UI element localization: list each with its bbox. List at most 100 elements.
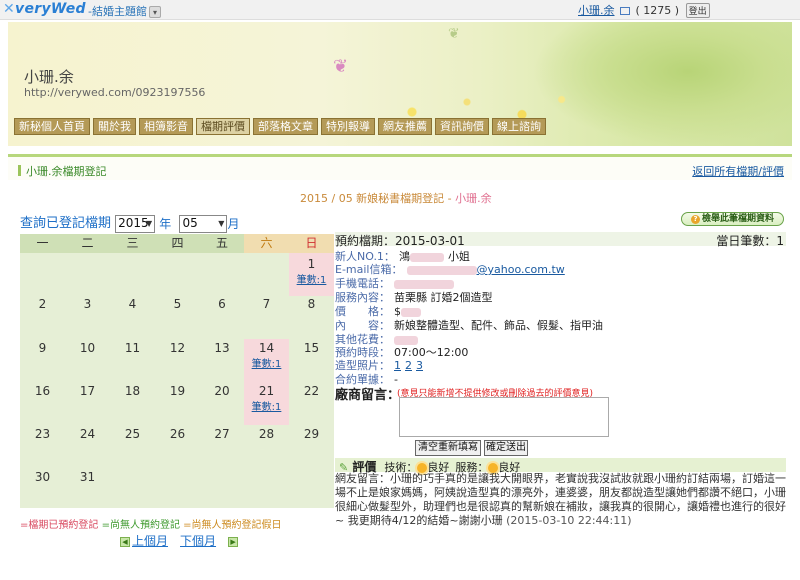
next-month-link[interactable]: 下個月 bbox=[180, 534, 216, 548]
chevron-down-icon[interactable]: ▾ bbox=[148, 6, 161, 18]
month-pager: ◀ 上個月 下個月 ▶ bbox=[120, 532, 240, 549]
calendar-day[interactable]: 23 bbox=[20, 427, 65, 441]
site-url: http://verywed.com/0923197556 bbox=[24, 86, 206, 99]
weekday-wed: 三 bbox=[110, 234, 155, 253]
calendar-day[interactable]: 31 bbox=[65, 470, 110, 484]
year-select[interactable]: 2015 ▼ bbox=[115, 214, 156, 233]
theme-hall-menu[interactable]: -結婚主題館 ▾ bbox=[88, 3, 161, 19]
nav-blog[interactable]: 部落格文章 bbox=[253, 118, 318, 135]
query-label: 查詢已登記檔期 bbox=[20, 216, 112, 231]
legend-holiday: =尚無人預約登記假日 bbox=[183, 520, 282, 531]
top-bar: ✕veryWed -結婚主題館 ▾ 小珊.余 ( 1275 ) 登出 bbox=[0, 0, 800, 20]
nav-schedule[interactable]: 檔期評價 bbox=[196, 118, 250, 135]
chevron-down-icon: ▼ bbox=[146, 218, 153, 228]
calendar-day[interactable]: 26 bbox=[155, 427, 200, 441]
calendar-day[interactable]: 3 bbox=[65, 297, 110, 311]
sun-rating-icon bbox=[488, 462, 499, 473]
prev-month-link[interactable]: 上個月 bbox=[132, 534, 168, 548]
redacted-text bbox=[401, 307, 421, 317]
butterfly-icon: ❦ bbox=[333, 56, 349, 77]
profile-banner: ❦ ❦ 小珊.余 http://verywed.com/0923197556 新… bbox=[8, 22, 792, 146]
calendar-day[interactable]: 7 bbox=[244, 297, 289, 311]
calendar-day[interactable]: 14 筆數:1 bbox=[244, 341, 289, 370]
nav-consult[interactable]: 線上諮詢 bbox=[492, 118, 546, 135]
calendar-day[interactable]: 12 bbox=[155, 341, 200, 355]
calendar-day[interactable]: 6 bbox=[200, 297, 244, 311]
booking-count-link[interactable]: 筆數:1 bbox=[289, 271, 334, 286]
calendar-day[interactable]: 13 bbox=[200, 341, 244, 355]
nav-report[interactable]: 特別報導 bbox=[321, 118, 375, 135]
nav-about[interactable]: 關於我 bbox=[93, 118, 136, 135]
calendar-day[interactable]: 21 筆數:1 bbox=[244, 384, 289, 413]
chevron-down-icon: ▼ bbox=[218, 218, 225, 228]
back-to-all-link[interactable]: 返回所有檔期/評價 bbox=[692, 163, 784, 179]
calendar-day[interactable]: 28 bbox=[244, 427, 289, 441]
weekday-thu: 四 bbox=[155, 234, 200, 253]
nav-inquiry[interactable]: 資訊詢價 bbox=[435, 118, 489, 135]
redacted-text bbox=[394, 279, 454, 289]
calendar-day[interactable]: 16 bbox=[20, 384, 65, 398]
review-timestamp: (2015-03-10 22:44:11) bbox=[506, 514, 632, 527]
logout-button[interactable]: 登出 bbox=[685, 3, 710, 18]
nav-recommend[interactable]: 網友推薦 bbox=[378, 118, 432, 135]
calendar-day[interactable]: 30 bbox=[20, 470, 65, 484]
calendar-day[interactable]: 22 bbox=[289, 384, 334, 398]
mail-icon[interactable] bbox=[620, 7, 630, 15]
calendar-day[interactable]: 10 bbox=[65, 341, 110, 355]
sun-rating-icon bbox=[417, 462, 428, 473]
weekday-mon: 一 bbox=[20, 234, 65, 253]
calendar-day[interactable]: 8 bbox=[289, 297, 334, 311]
booking-count-link[interactable]: 筆數:1 bbox=[244, 355, 289, 370]
question-icon: ? bbox=[690, 215, 700, 224]
weekday-tue: 二 bbox=[65, 234, 110, 253]
calendar-day[interactable]: 1 筆數:1 bbox=[289, 257, 334, 286]
calendar-day[interactable]: 2 bbox=[20, 297, 65, 311]
butterfly-icon: ❦ bbox=[448, 26, 460, 42]
vendor-message-label: 廠商留言： bbox=[335, 388, 401, 403]
submit-button[interactable]: 確定送出 bbox=[484, 440, 528, 456]
section-header: 小珊.余檔期登記 返回所有檔期/評價 bbox=[8, 154, 792, 180]
month-select[interactable]: 05 ▼ bbox=[179, 214, 228, 233]
photo-link-2[interactable]: 2 bbox=[405, 359, 412, 372]
email-link[interactable]: @yahoo.com.tw bbox=[477, 263, 565, 276]
calendar-day[interactable]: 29 bbox=[289, 427, 334, 441]
redacted-text bbox=[406, 265, 477, 275]
clear-button[interactable]: 清空重新填寫 bbox=[415, 440, 481, 456]
calendar: 一 二 三 四 五 六 日 1 筆數:1 2 3 4 5 6 7 8 9 10 1… bbox=[20, 234, 334, 508]
booking-detail: 預約檔期：2015-03-01 當日筆數：1 新人NO.1：鴻小姐 E-mail… bbox=[335, 232, 786, 532]
weekday-fri: 五 bbox=[200, 234, 244, 253]
calendar-day[interactable]: 25 bbox=[110, 427, 155, 441]
calendar-day[interactable]: 4 bbox=[110, 297, 155, 311]
verywed-logo[interactable]: ✕veryWed bbox=[3, 1, 86, 17]
vendor-message-textarea[interactable] bbox=[399, 397, 609, 437]
calendar-day[interactable]: 5 bbox=[155, 297, 200, 311]
review-text: 網友留言：小珊的巧手真的是讓我大開眼界，老實說我沒試妝就跟小珊約訂結兩場，訂婚這… bbox=[335, 472, 786, 527]
calendar-day[interactable]: 15 bbox=[289, 341, 334, 355]
user-box: 小珊.余 ( 1275 ) 登出 bbox=[578, 2, 710, 18]
legend-booked: =檔期已預約登記 bbox=[20, 520, 99, 531]
legend-free: =尚無人預約登記 bbox=[101, 520, 180, 531]
site-name: 小珊.余 bbox=[24, 68, 74, 86]
calendar-day[interactable]: 17 bbox=[65, 384, 110, 398]
calendar-day[interactable]: 9 bbox=[20, 341, 65, 355]
calendar-day[interactable]: 20 bbox=[200, 384, 244, 398]
calendar-header: 一 二 三 四 五 六 日 bbox=[20, 234, 334, 253]
calendar-legend: =檔期已預約登記 =尚無人預約登記 =尚無人預約登記假日 bbox=[20, 516, 282, 531]
section-title: 小珊.余檔期登記 bbox=[26, 165, 107, 178]
daily-count: 當日筆數：1 bbox=[716, 234, 784, 248]
weekday-sun: 日 bbox=[289, 234, 334, 253]
user-name-link[interactable]: 小珊.余 bbox=[578, 4, 615, 17]
message-count: ( 1275 ) bbox=[635, 4, 680, 17]
calendar-day[interactable]: 11 bbox=[110, 341, 155, 355]
calendar-day[interactable]: 24 bbox=[65, 427, 110, 441]
nav-home[interactable]: 新秘個人首頁 bbox=[14, 118, 90, 135]
booking-count-link[interactable]: 筆數:1 bbox=[244, 398, 289, 413]
nav-album[interactable]: 相簿影音 bbox=[139, 118, 193, 135]
calendar-day[interactable]: 19 bbox=[155, 384, 200, 398]
calendar-day[interactable]: 27 bbox=[200, 427, 244, 441]
booking-date: 預約檔期：2015-03-01 bbox=[335, 234, 465, 248]
photo-link-3[interactable]: 3 bbox=[416, 359, 423, 372]
calendar-day[interactable]: 18 bbox=[110, 384, 155, 398]
report-entry-button[interactable]: ? 檢舉此筆檔期資料 bbox=[681, 212, 784, 226]
arrow-left-icon: ◀ bbox=[120, 536, 130, 547]
